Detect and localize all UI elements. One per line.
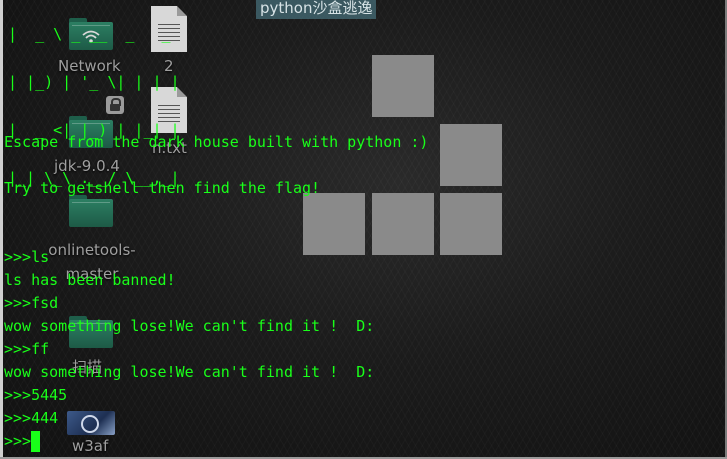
terminal[interactable]: | _ \ _ __ _ _ | |_) | '_ \| | | | | _ <…: [0, 0, 727, 459]
terminal-line-hint: Try to getshell then find the flag!: [4, 179, 321, 197]
terminal-output-line: wow something lose!We can't find it ! D:: [4, 317, 375, 335]
terminal-output-line: ls has been banned!: [4, 271, 176, 289]
terminal-prompt-line: >>>ff: [4, 340, 50, 358]
terminal-line-intro: Escape from the dark house built with py…: [4, 133, 429, 151]
terminal-output-line: wow something lose!We can't find it ! D:: [4, 363, 375, 381]
terminal-prompt-line: >>>444: [4, 409, 59, 427]
terminal-prompt-line: >>>ls: [4, 248, 50, 266]
ascii-banner-line: | |_) | '_ \| | | |: [8, 73, 180, 91]
terminal-prompt-line: >>>fsd: [4, 294, 59, 312]
terminal-cursor: [31, 431, 40, 452]
terminal-prompt-line: >>>5445: [4, 386, 68, 404]
terminal-input-prompt[interactable]: >>>: [4, 432, 31, 450]
ascii-banner-line: | _ \ _ __ _ _: [8, 25, 180, 43]
